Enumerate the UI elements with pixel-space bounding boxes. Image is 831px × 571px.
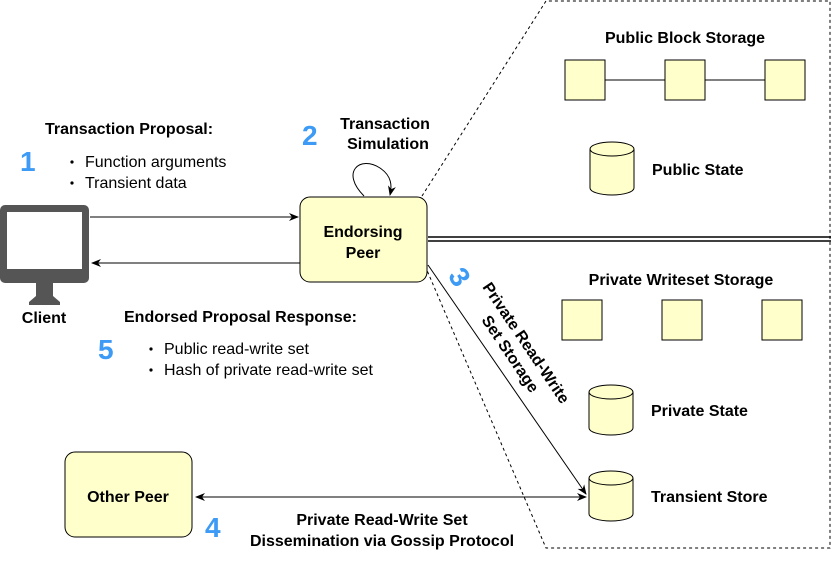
private-state-database-icon <box>588 384 634 436</box>
public-state-database-icon <box>589 141 635 196</box>
step-1-title: Transaction Proposal: <box>45 121 213 138</box>
private-writesets <box>561 299 803 341</box>
step-5-title: Endorsed Proposal Response: <box>124 309 357 326</box>
transient-store-database-icon <box>588 470 634 522</box>
step-2-label: Simulation <box>347 136 429 153</box>
public-block-storage-label: Public Block Storage <box>605 30 765 47</box>
step-2-number: 2 <box>302 120 318 151</box>
step-3-number: 3 <box>442 262 476 292</box>
step-5-bullet: Public read-write set <box>164 341 310 358</box>
step-1-bullet: Transient data <box>85 175 187 192</box>
client-label: Client <box>22 310 67 327</box>
endorsing-peer-label: Endorsing <box>323 224 402 241</box>
simulation-loop-arrow <box>352 163 396 197</box>
endorsing-peer-label: Peer <box>346 245 381 262</box>
step-4-number: 4 <box>205 512 221 543</box>
private-data-flow-diagram: Client Endorsing Peer 1 Transaction Prop… <box>0 0 831 550</box>
step-4-label: Private Read-Write Set <box>296 512 468 529</box>
transient-store-label: Transient Store <box>651 489 768 506</box>
ledger-divider <box>428 236 831 242</box>
step-5-number: 5 <box>98 334 114 365</box>
step-2-label: Transaction <box>340 116 430 133</box>
public-blockchain <box>564 59 806 101</box>
private-writeset-storage-label: Private Writeset Storage <box>589 272 774 289</box>
other-peer-label: Other Peer <box>87 489 169 506</box>
desktop-monitor-icon <box>0 205 89 305</box>
step-1-number: 1 <box>20 146 36 177</box>
step-4-label: Dissemination via Gossip Protocol <box>250 533 514 550</box>
step-1-bullet: Function arguments <box>85 154 226 171</box>
public-state-label: Public State <box>652 162 744 179</box>
private-state-label: Private State <box>651 403 748 420</box>
step-5-bullet: Hash of private read-write set <box>164 362 374 379</box>
